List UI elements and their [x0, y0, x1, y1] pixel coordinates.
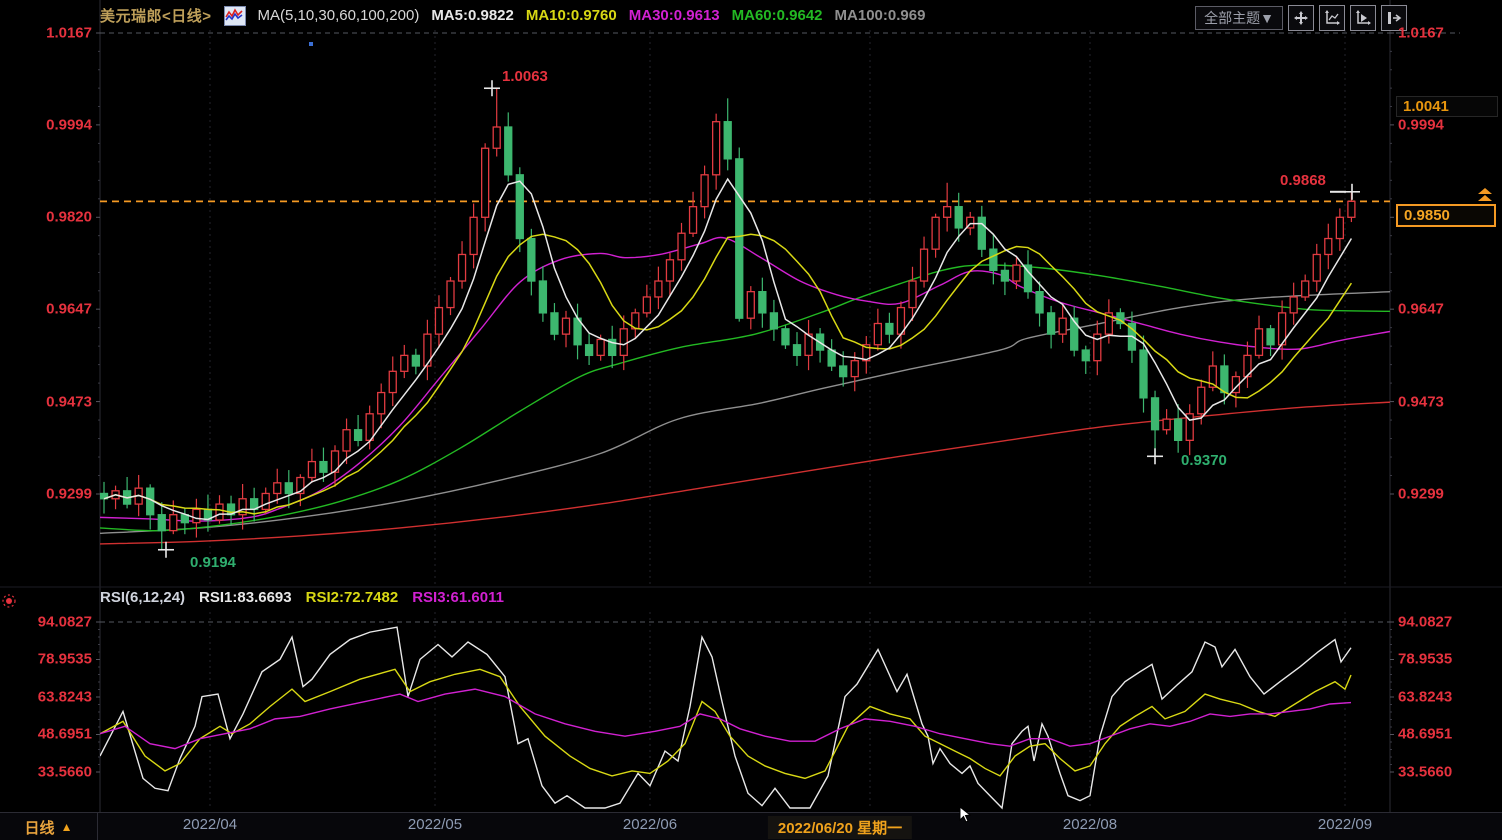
axis-tick-label: 63.8243 [22, 688, 92, 705]
axis-tick-label: 1.0167 [1398, 25, 1468, 42]
period-label: 日线 [25, 817, 55, 838]
chart-application: 美元瑞郎<日线> MA(5,10,30,60,100,200) MA5:0.98… [0, 0, 1502, 840]
axis-tick-label: 78.9535 [1398, 651, 1468, 668]
axis-tick-label: 0.9299 [22, 485, 92, 502]
current-price-marker: 0.9850 [1396, 204, 1496, 227]
ma100-legend: MA100:0.969 [835, 7, 926, 24]
axis-tick-label: 0.9647 [1398, 301, 1468, 318]
axis-tick-label: 1.0167 [22, 25, 92, 42]
rsi1-legend: RSI1:83.6693 [199, 589, 292, 606]
ma5-legend: MA5:0.9822 [431, 7, 514, 24]
axis-play-icon [1355, 10, 1371, 26]
time-axis: 日线 ▲ 2022/04 2022/05 2022/06 2022/06/20 星期一… [0, 812, 1502, 840]
crosshair-date-label: 2022/06/20 星期一 [768, 816, 912, 839]
ma30-legend: MA30:0.9613 [629, 7, 720, 24]
axis-tick-label: 78.9535 [22, 651, 92, 668]
line-chart-icon[interactable] [224, 6, 246, 26]
up-triangle-icon: ▲ [61, 820, 73, 834]
time-tick-label: 2022/08 [1063, 816, 1117, 833]
axis-chart-button[interactable] [1319, 5, 1345, 31]
axis-tick-label: 33.5660 [22, 763, 92, 780]
rsi-formula: RSI(6,12,24) [100, 589, 185, 606]
axis-tick-label: 0.9994 [1398, 116, 1468, 133]
axis-tick-label: 63.8243 [1398, 688, 1468, 705]
rsi-header: RSI(6,12,24) RSI1:83.6693 RSI2:72.7482 R… [100, 589, 504, 606]
axis-tick-label: 48.6951 [1398, 726, 1468, 743]
axis-tick-label: 0.9994 [22, 116, 92, 133]
upper-price-marker: 1.0041 [1396, 96, 1498, 117]
symbol-title: 美元瑞郎<日线> [100, 5, 212, 26]
time-tick-label: 2022/05 [408, 816, 462, 833]
price-annotation: 1.0063 [502, 68, 548, 85]
axis-tick-label: 0.9473 [22, 393, 92, 410]
axis-tick-label: 48.6951 [22, 726, 92, 743]
axis-tick-label: 0.9820 [22, 209, 92, 226]
indicator-dot [309, 42, 313, 46]
axis-chart-icon [1324, 10, 1340, 26]
chart-header: 美元瑞郎<日线> MA(5,10,30,60,100,200) MA5:0.98… [100, 5, 925, 26]
time-tick-label: 2022/06 [623, 816, 677, 833]
rsi2-legend: RSI2:72.7482 [306, 589, 399, 606]
time-tick-label: 2022/09 [1318, 816, 1372, 833]
mouse-cursor [958, 806, 972, 824]
axis-tick-label: 0.9299 [1398, 485, 1468, 502]
rsi3-legend: RSI3:61.6011 [412, 589, 504, 606]
axis-tick-label: 94.0827 [22, 614, 92, 631]
axis-tick-label: 0.9473 [1398, 393, 1468, 410]
price-annotation: 0.9194 [190, 554, 236, 571]
ma60-legend: MA60:0.9642 [732, 7, 823, 24]
move-tool-button[interactable] [1288, 5, 1314, 31]
theme-dropdown[interactable]: 全部主题▼ [1195, 6, 1283, 30]
time-tick-label: 2022/04 [183, 816, 237, 833]
toolbar: 全部主题▼ [1195, 5, 1407, 31]
ma10-legend: MA10:0.9760 [526, 7, 617, 24]
indicator-target-icon[interactable] [2, 594, 16, 608]
axis-tick-label: 0.9647 [22, 301, 92, 318]
ma-formula: MA(5,10,30,60,100,200) [258, 7, 420, 24]
price-annotation: 0.9868 [1280, 172, 1326, 189]
period-selector[interactable]: 日线 ▲ [0, 813, 98, 840]
chart-plot-area[interactable] [0, 0, 1502, 840]
axis-tick-label: 33.5660 [1398, 763, 1468, 780]
axis-tick-label: 94.0827 [1398, 614, 1468, 631]
price-annotation: 0.9370 [1181, 452, 1227, 469]
move-cross-icon [1293, 10, 1309, 26]
axis-play-button[interactable] [1350, 5, 1376, 31]
price-up-arrow-icon [1476, 188, 1494, 204]
